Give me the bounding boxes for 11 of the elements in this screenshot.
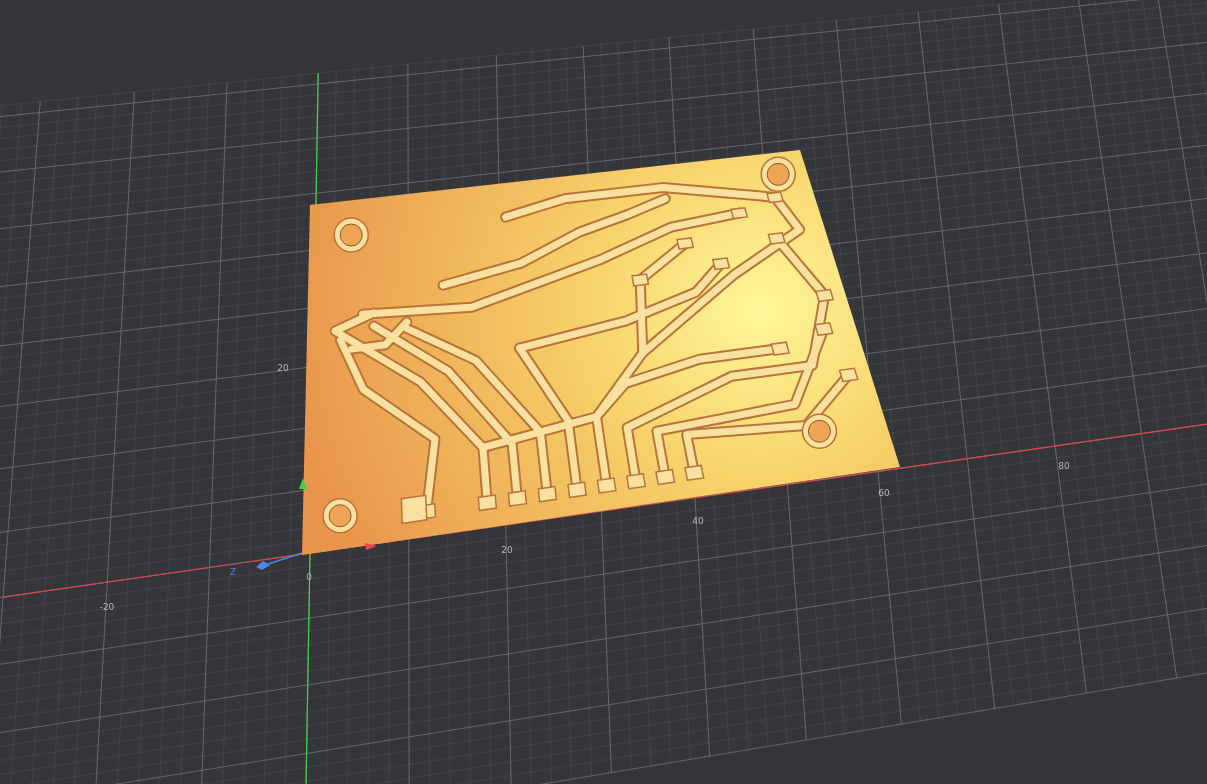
axis-gizmo-icon[interactable] bbox=[256, 478, 377, 570]
axis-tick-label: 20 bbox=[501, 545, 513, 555]
axis-tick-label: -20 bbox=[99, 602, 115, 612]
axis-tick-label: 40 bbox=[692, 516, 704, 526]
circuit-board-drawing[interactable] bbox=[302, 150, 900, 555]
axis-tick-label: 0 bbox=[306, 572, 312, 582]
3d-viewport[interactable]: -20 0 20 40 60 80 20 Z bbox=[0, 0, 1207, 784]
axis-name-label: Z bbox=[229, 567, 237, 577]
axis-tick-label: 60 bbox=[878, 488, 890, 498]
axis-tick-label: 80 bbox=[1058, 461, 1070, 471]
axis-tick-label: 20 bbox=[277, 363, 289, 373]
